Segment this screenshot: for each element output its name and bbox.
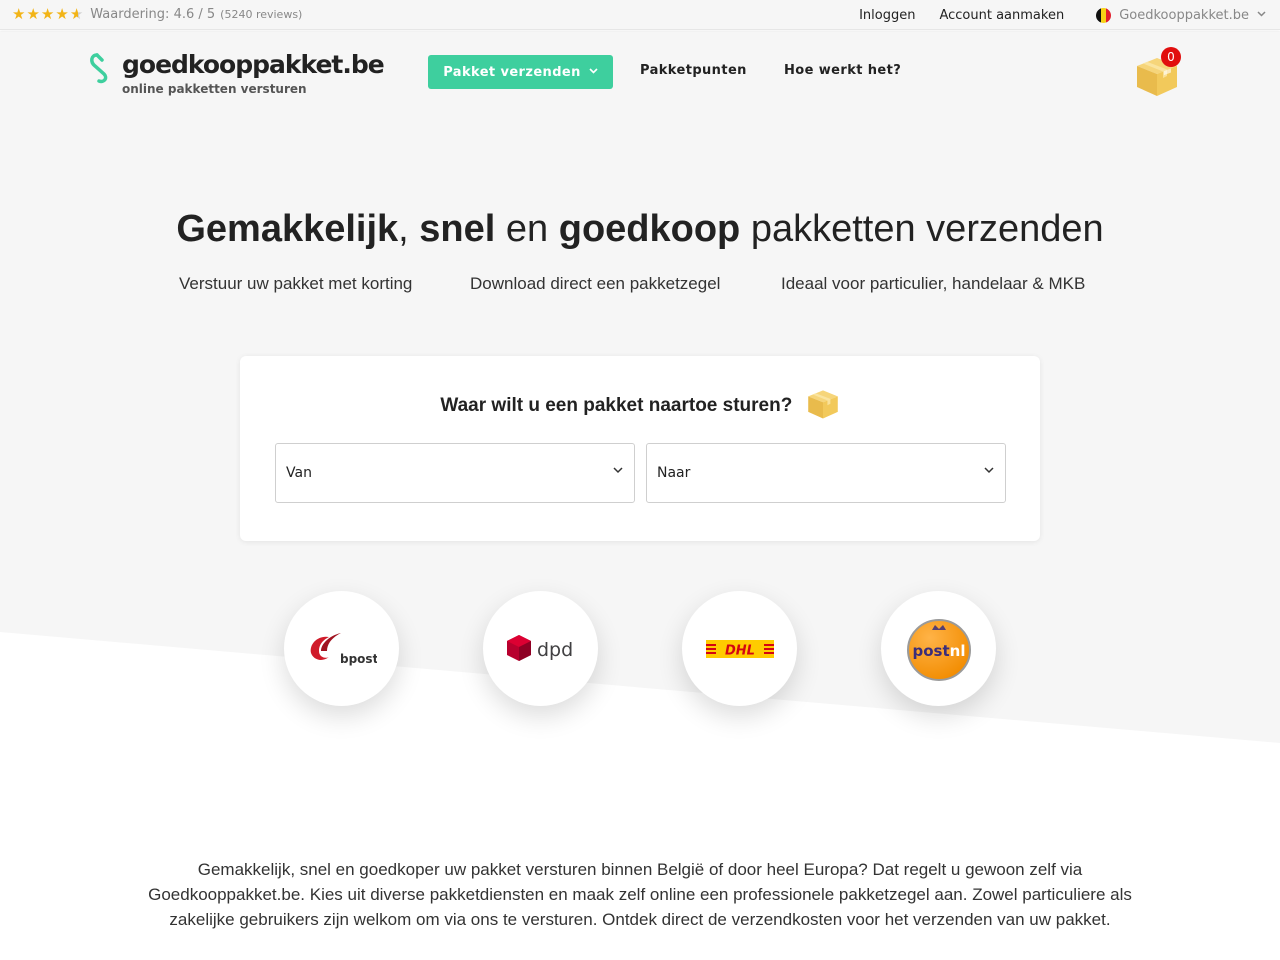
send-parcel-nav-button[interactable]: Pakket verzenden bbox=[428, 55, 613, 89]
bpost-logo-icon: bpost bbox=[310, 632, 377, 666]
from-country-select[interactable]: Van bbox=[275, 443, 635, 503]
carrier-bpost[interactable]: bpost bbox=[284, 591, 399, 706]
chevron-down-icon bbox=[589, 67, 598, 77]
usp-discount: Verstuur uw pakket met korting bbox=[179, 274, 413, 293]
country-site-label: Goedkooppakket.be bbox=[1119, 7, 1249, 23]
svg-text:postnl: postnl bbox=[912, 642, 965, 660]
headline-rest: pakketten verzenden bbox=[740, 208, 1104, 250]
belgium-flag-icon bbox=[1096, 7, 1112, 23]
carrier-dpd[interactable]: dpd bbox=[483, 591, 598, 706]
rating-widget[interactable]: ★ ★ ★ ★ ★ Waardering: 4.6 / 5 (5240 revi… bbox=[12, 7, 303, 23]
parcel-points-nav-link[interactable]: Pakketpunten bbox=[640, 63, 747, 78]
from-select-label: Van bbox=[286, 465, 312, 481]
logo-name: goedkooppakket.be bbox=[122, 50, 385, 79]
postnl-logo-icon: postnl bbox=[906, 618, 971, 681]
usp-ideal-for: Ideaal voor particulier, handelaar & MKB bbox=[781, 274, 1086, 293]
send-parcel-label: Pakket verzenden bbox=[443, 64, 581, 80]
half-star-icon: ★ bbox=[69, 5, 84, 23]
logo-mark-icon bbox=[90, 53, 108, 84]
destination-form-card: Waar wilt u een pakket naartoe sturen? V… bbox=[240, 356, 1040, 541]
cart-count-badge: 0 bbox=[1161, 47, 1181, 67]
star-icon: ★ bbox=[26, 5, 40, 23]
how-it-works-nav-link[interactable]: Hoe werkt het? bbox=[784, 63, 901, 78]
carrier-dhl[interactable]: DHL bbox=[682, 591, 797, 706]
rating-label: Waardering: bbox=[90, 7, 170, 22]
intro-paragraph: Gemakkelijk, snel en goedkoper uw pakket… bbox=[148, 860, 1132, 929]
hero-headline: Gemakkelijk, snel en goedkoop pakketten … bbox=[0, 208, 1280, 251]
to-country-select[interactable]: Naar bbox=[646, 443, 1006, 503]
chevron-down-icon bbox=[984, 467, 994, 474]
chevron-down-icon bbox=[1257, 10, 1266, 20]
headline-sep: en bbox=[495, 208, 559, 250]
headline-word-fast: snel bbox=[419, 208, 496, 250]
rating-reviews: (5240 reviews) bbox=[220, 8, 303, 21]
logo-tagline: online pakketten versturen bbox=[122, 82, 307, 96]
star-icon: ★ bbox=[55, 5, 69, 23]
svg-text:dpd: dpd bbox=[537, 639, 573, 661]
star-icon: ★ bbox=[40, 5, 55, 23]
form-title: Waar wilt u een pakket naartoe sturen? bbox=[240, 386, 1040, 426]
headline-word-cheap: goedkoop bbox=[558, 208, 741, 250]
create-account-link[interactable]: Account aanmaken bbox=[939, 8, 1064, 23]
package-box-icon bbox=[806, 386, 840, 426]
svg-text:DHL: DHL bbox=[725, 643, 755, 658]
svg-text:bpost: bpost bbox=[340, 652, 377, 666]
headline-word-easy: Gemakkelijk bbox=[176, 208, 399, 250]
dhl-logo-icon: DHL bbox=[705, 639, 774, 658]
star-icon: ★ bbox=[12, 5, 26, 23]
rating-stars: ★ ★ ★ ★ ★ bbox=[12, 7, 84, 22]
form-title-text: Waar wilt u een pakket naartoe sturen? bbox=[440, 395, 793, 417]
country-selector[interactable]: Goedkooppakket.be bbox=[1096, 7, 1266, 23]
carrier-postnl[interactable]: postnl bbox=[881, 591, 996, 706]
top-links: Inloggen Account aanmaken Goedkooppakket… bbox=[859, 0, 1266, 30]
headline-sep: , bbox=[398, 208, 420, 250]
rating-score: 4.6 / 5 bbox=[173, 7, 216, 22]
site-logo[interactable]: goedkooppakket.be online pakketten verst… bbox=[88, 50, 385, 98]
usp-download-label: Download direct een pakketzegel bbox=[470, 274, 721, 293]
chevron-down-icon bbox=[613, 467, 623, 474]
top-bar: ★ ★ ★ ★ ★ Waardering: 4.6 / 5 (5240 revi… bbox=[0, 0, 1280, 30]
to-select-label: Naar bbox=[657, 465, 691, 481]
dpd-logo-icon: dpd bbox=[506, 634, 573, 661]
login-link[interactable]: Inloggen bbox=[859, 8, 915, 23]
